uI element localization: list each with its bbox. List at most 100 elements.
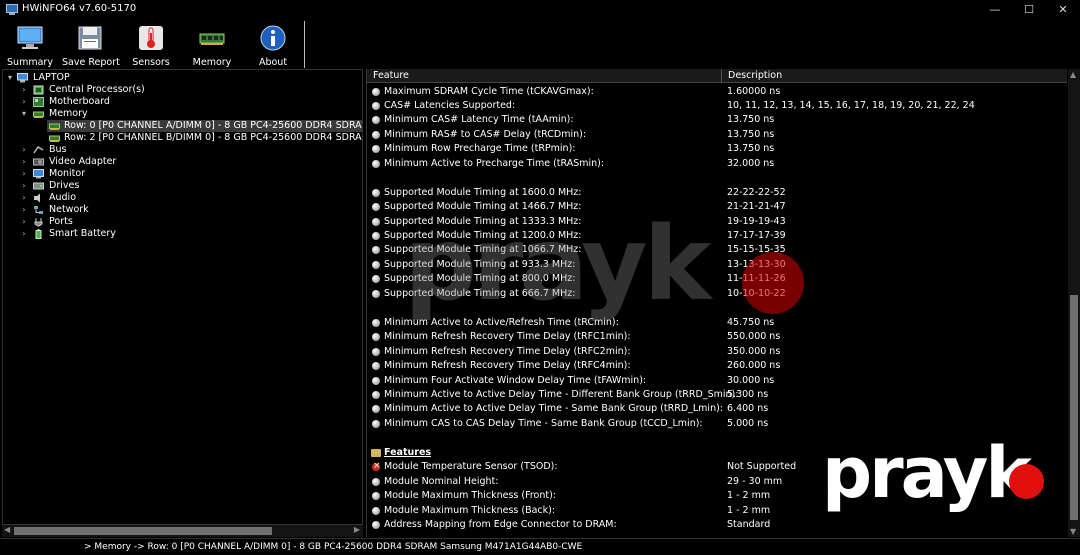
- bullet-icon: [372, 347, 380, 356]
- app-icon: [6, 4, 18, 15]
- bullet-icon: [372, 419, 380, 428]
- tree-item-label: Central Processor(s): [49, 84, 145, 95]
- detail-row[interactable]: Minimum Four Activate Window Delay Time …: [367, 374, 1067, 388]
- scroll-thumb[interactable]: [14, 527, 272, 535]
- feature-value: 32.000 ns: [727, 157, 775, 169]
- not-supported-icon: [372, 459, 381, 473]
- feature-value: 17-17-17-39: [727, 230, 786, 241]
- tree-horizontal-scrollbar[interactable]: ◀ ▶: [2, 525, 363, 537]
- detail-row[interactable]: Minimum Row Precharge Time (tRPmin): 13.7…: [367, 142, 1067, 156]
- expand-icon[interactable]: ›: [20, 192, 28, 204]
- tree-item-network[interactable]: › Network: [3, 204, 362, 216]
- detail-row[interactable]: Minimum Active to Active Delay Time - Di…: [367, 388, 1067, 402]
- detail-vertical-scrollbar[interactable]: ▲ ▼: [1068, 69, 1080, 537]
- tree-item-label: Network: [49, 204, 89, 215]
- feature-value: 29 - 30 mm: [727, 475, 783, 487]
- detail-row[interactable]: CAS# Latencies Supported: 10, 11, 12, 13,…: [367, 99, 1067, 113]
- bullet-icon: [372, 87, 380, 96]
- tree-item-ports[interactable]: › Ports: [3, 216, 362, 228]
- sensors-label: Sensors: [132, 57, 170, 68]
- detail-row[interactable]: Maximum SDRAM Cycle Time (tCKAVGmax): 1.6…: [367, 85, 1067, 99]
- detail-row[interactable]: Minimum Refresh Recovery Time Delay (tRF…: [367, 345, 1067, 359]
- feature-value: 1.60000 ns: [727, 85, 781, 97]
- summary-button[interactable]: Summary: [4, 25, 56, 68]
- tree-item-smart-battery[interactable]: › Smart Battery: [3, 228, 362, 240]
- tree-item-label: Smart Battery: [49, 228, 116, 239]
- tree-item-motherboard[interactable]: › Motherboard: [3, 96, 362, 108]
- tree-item-label: Row: 0 [P0 CHANNEL A/DIMM 0] - 8 GB PC4-…: [64, 120, 362, 131]
- expand-icon[interactable]: ›: [20, 96, 28, 108]
- feature-label: Minimum Refresh Recovery Time Delay (tRF…: [384, 345, 631, 357]
- tree-item-laptop[interactable]: ▾ LAPTOP: [3, 72, 362, 84]
- memory-icon: [33, 111, 44, 118]
- detail-row[interactable]: Minimum Active to Active Delay Time - Sa…: [367, 402, 1067, 416]
- drive-icon: [33, 182, 44, 190]
- collapse-icon[interactable]: ▾: [6, 72, 14, 84]
- tree-item-video-adapter[interactable]: › Video Adapter: [3, 156, 362, 168]
- tree-item-monitor[interactable]: › Monitor: [3, 168, 362, 180]
- about-button[interactable]: About: [250, 25, 296, 68]
- scroll-thumb[interactable]: [1070, 295, 1078, 520]
- bullet-icon: [372, 405, 380, 414]
- tree-item-audio[interactable]: › Audio: [3, 192, 362, 204]
- feature-label: Module Temperature Sensor (TSOD):: [384, 461, 558, 473]
- detail-row[interactable]: Minimum Active to Precharge Time (tRASmi…: [367, 157, 1067, 171]
- feature-value: 6.400 ns: [727, 403, 769, 415]
- detail-row[interactable]: Minimum CAS to CAS Delay Time - Same Ban…: [367, 417, 1067, 431]
- expand-icon[interactable]: ›: [20, 216, 28, 228]
- tree-item-bus[interactable]: › Bus: [3, 144, 362, 156]
- bullet-icon: [372, 145, 380, 154]
- feature-value: 260.000 ns: [727, 360, 781, 372]
- video-adapter-icon: [33, 158, 44, 166]
- feature-value: 13.750 ns: [727, 128, 775, 140]
- scroll-right-icon[interactable]: ▶: [354, 525, 360, 534]
- scroll-down-icon[interactable]: ▼: [1070, 527, 1076, 536]
- memory-module-icon: [49, 135, 60, 142]
- expand-icon[interactable]: ›: [20, 144, 28, 156]
- audio-icon: [34, 193, 40, 203]
- tree-item-cpu[interactable]: › Central Processor(s): [3, 84, 362, 96]
- column-header-feature[interactable]: Feature: [367, 69, 722, 83]
- save-report-button[interactable]: Save Report: [62, 25, 120, 68]
- toolbar: Summary Save Report Sensors Memory About: [0, 21, 1080, 68]
- memory-button[interactable]: Memory: [188, 25, 236, 68]
- feature-value: Not Supported: [727, 461, 797, 473]
- detail-row[interactable]: Minimum Refresh Recovery Time Delay (tRF…: [367, 330, 1067, 344]
- tree-item-row-0[interactable]: Row: 0 [P0 CHANNEL A/DIMM 0] - 8 GB PC4-…: [47, 120, 362, 132]
- minimize-button[interactable]: —: [978, 0, 1012, 21]
- section-title: Features: [384, 446, 432, 458]
- scroll-left-icon[interactable]: ◀: [4, 525, 10, 534]
- expand-icon[interactable]: ›: [20, 204, 28, 216]
- scroll-up-icon[interactable]: ▲: [1070, 70, 1076, 79]
- expand-icon[interactable]: ›: [20, 228, 28, 240]
- tree-item-label: Bus: [49, 144, 67, 155]
- detail-row[interactable]: Minimum CAS# Latency Time (tAAmin): 13.75…: [367, 113, 1067, 127]
- expand-icon[interactable]: ›: [20, 168, 28, 180]
- summary-label: Summary: [7, 57, 53, 68]
- feature-value: 350.000 ns: [727, 345, 781, 357]
- collapse-icon[interactable]: ▾: [20, 108, 28, 120]
- maximize-button[interactable]: ☐: [1012, 0, 1046, 21]
- bullet-icon: [372, 390, 380, 399]
- feature-label: Minimum Row Precharge Time (tRPmin):: [384, 143, 576, 155]
- sensors-button[interactable]: Sensors: [128, 25, 174, 68]
- bus-icon: [33, 145, 44, 154]
- tree-item-row-2[interactable]: Row: 2 [P0 CHANNEL B/DIMM 0] - 8 GB PC4-…: [47, 132, 362, 144]
- tree-item-label: Row: 2 [P0 CHANNEL B/DIMM 0] - 8 GB PC4-…: [64, 132, 362, 143]
- expand-icon[interactable]: ›: [20, 180, 28, 192]
- feature-value: 30.000 ns: [727, 374, 775, 386]
- bullet-icon: [372, 101, 380, 110]
- detail-row[interactable]: Address Mapping from Edge Connector to D…: [367, 518, 1067, 532]
- detail-row[interactable]: Minimum Refresh Recovery Time Delay (tRF…: [367, 359, 1067, 373]
- close-button[interactable]: ✕: [1046, 0, 1080, 21]
- tree-item-memory[interactable]: ▾ Memory: [3, 108, 362, 120]
- tree-item-drives[interactable]: › Drives: [3, 180, 362, 192]
- expand-icon[interactable]: ›: [20, 84, 28, 96]
- detail-row[interactable]: Minimum RAS# to CAS# Delay (tRCDmin): 13.…: [367, 128, 1067, 142]
- expand-icon[interactable]: ›: [20, 156, 28, 168]
- detail-row[interactable]: Supported Module Timing at 1600.0 MHz: 22…: [367, 186, 1067, 200]
- status-text: > Memory -> Row: 0 [P0 CHANNEL A/DIMM 0]…: [84, 542, 583, 552]
- bullet-icon: [372, 362, 380, 371]
- bullet-icon: [372, 217, 380, 226]
- column-header-description[interactable]: Description: [722, 69, 1067, 83]
